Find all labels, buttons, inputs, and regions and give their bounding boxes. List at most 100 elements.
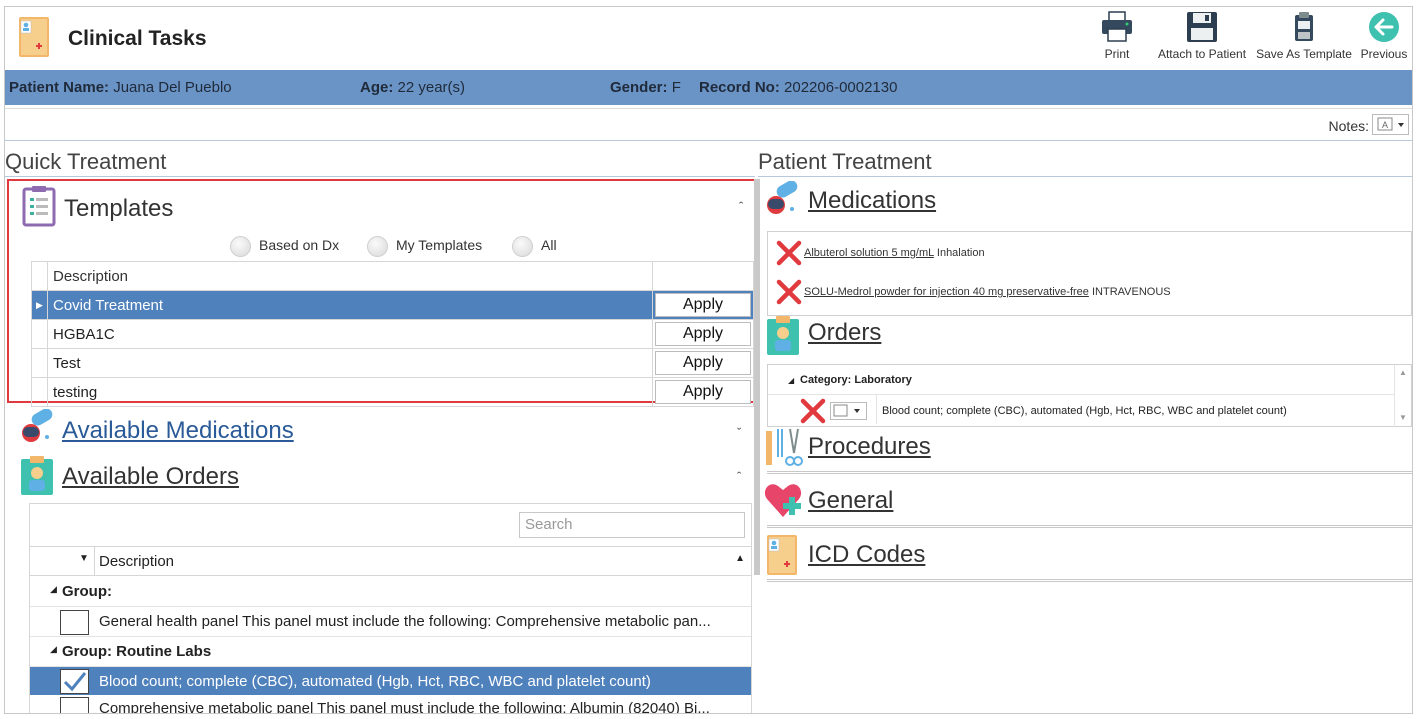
description-column-header[interactable]: Description: [99, 553, 174, 570]
expand-chevron-down-icon[interactable]: ˇ: [737, 425, 741, 440]
order-description: Blood count; complete (CBC), automated (…: [882, 405, 1287, 417]
previous-button[interactable]: Previous: [1358, 9, 1410, 69]
save-as-template-button[interactable]: Save As Template: [1256, 9, 1352, 69]
medications-link[interactable]: Medications: [808, 187, 936, 215]
available-medications-link[interactable]: Available Medications: [62, 417, 294, 445]
template-description[interactable]: Test: [47, 348, 653, 378]
save-as-template-label: Save As Template: [1256, 47, 1352, 61]
order-checkbox[interactable]: [60, 697, 89, 713]
apply-button[interactable]: Apply: [655, 293, 751, 317]
clipboard-disk-icon: [1295, 12, 1313, 41]
templates-grid: Description ▶ Covid Treatment Apply HGBA…: [31, 261, 754, 407]
order-checkbox[interactable]: [60, 610, 89, 635]
filter-based-on-dx-radio[interactable]: Based on Dx: [230, 236, 339, 257]
print-button[interactable]: Print: [1092, 9, 1142, 69]
template-action-cell: Apply: [652, 319, 754, 349]
clinical-tasks-window: Clinical Tasks Print Attach to Patient S…: [4, 6, 1413, 714]
notes-row: Notes: A: [5, 108, 1412, 141]
heart-plus-icon: [764, 484, 802, 517]
template-row[interactable]: Test Apply: [31, 348, 754, 378]
template-action-cell: Apply: [652, 377, 754, 407]
template-description[interactable]: HGBA1C: [47, 319, 653, 349]
collapse-group-icon[interactable]: ◢: [50, 644, 57, 655]
note-icon: [833, 404, 860, 417]
action-column-header: [652, 261, 754, 291]
delete-x-icon[interactable]: [776, 279, 802, 305]
filter-label: My Templates: [396, 237, 483, 254]
template-action-cell: Apply: [652, 290, 754, 320]
attach-to-patient-button[interactable]: Attach to Patient: [1156, 9, 1248, 69]
patient-orders-list: ◢ Category: Laboratory Blood count; comp…: [767, 364, 1412, 427]
available-orders-link[interactable]: Available Orders: [62, 463, 239, 491]
general-link[interactable]: General: [808, 487, 893, 515]
available-orders-grid: Search ▼ Description ▲ ◢ Group: General …: [29, 503, 752, 713]
template-action-cell: Apply: [652, 348, 754, 378]
sort-asc-icon[interactable]: ▲: [735, 553, 745, 564]
row-indicator: [31, 348, 48, 378]
patient-treatment-heading: Patient Treatment: [758, 149, 932, 174]
collapse-group-icon[interactable]: ◢: [50, 584, 57, 595]
medication-name-link[interactable]: SOLU-Medrol powder for injection 40 mg p…: [804, 286, 1089, 298]
apply-button[interactable]: Apply: [655, 351, 751, 375]
notes-dropdown[interactable]: A: [1372, 114, 1409, 135]
patient-age-value: 22 year(s): [397, 79, 466, 96]
group-header[interactable]: ◢ Group:: [30, 577, 751, 607]
collapse-category-icon[interactable]: ◢: [788, 376, 794, 385]
patient-age: Age: 22 year(s): [360, 79, 465, 96]
icd-codes-link[interactable]: ICD Codes: [808, 541, 925, 569]
collapse-chevron-up-icon[interactable]: ˆ: [737, 469, 741, 484]
filter-all-radio[interactable]: All: [512, 236, 557, 257]
note-icon: A: [1377, 117, 1404, 131]
search-input[interactable]: Search: [519, 512, 745, 538]
delete-x-icon[interactable]: [800, 398, 826, 424]
template-row[interactable]: testing Apply: [31, 377, 754, 407]
patient-name: Patient Name: Juana Del Pueblo: [9, 79, 232, 96]
group-header[interactable]: ◢ Group: Routine Labs: [30, 637, 751, 667]
template-description[interactable]: testing: [47, 377, 653, 407]
order-row[interactable]: Blood count; complete (CBC), automated (…: [30, 667, 751, 695]
chevron-down-icon: [1398, 123, 1404, 127]
apply-button[interactable]: Apply: [655, 380, 751, 404]
divider: [768, 394, 1394, 395]
patient-gender-label: Gender:: [610, 79, 668, 96]
radio-icon: [367, 236, 388, 257]
template-row[interactable]: ▶ Covid Treatment Apply: [31, 290, 754, 320]
order-row[interactable]: Comprehensive metabolic panel This panel…: [30, 695, 751, 713]
order-description: General health panel This panel must inc…: [99, 613, 711, 630]
template-row[interactable]: HGBA1C Apply: [31, 319, 754, 349]
clinical-folder-icon: [767, 535, 797, 575]
divider: [94, 547, 95, 576]
filter-my-templates-radio[interactable]: My Templates: [367, 236, 482, 257]
printer-icon: [1102, 11, 1132, 42]
order-note-dropdown[interactable]: [830, 402, 867, 420]
template-description[interactable]: Covid Treatment: [47, 290, 653, 320]
order-description: Blood count; complete (CBC), automated (…: [99, 673, 651, 690]
procedures-link[interactable]: Procedures: [808, 433, 931, 461]
description-column-header[interactable]: Description: [47, 261, 653, 291]
divider: [767, 579, 1412, 582]
pills-icon: [22, 409, 53, 442]
apply-button[interactable]: Apply: [655, 322, 751, 346]
collapse-chevron-up-icon[interactable]: ˆ: [739, 199, 743, 214]
patient-record-label: Record No:: [699, 79, 780, 96]
scrollbar[interactable]: [754, 179, 760, 575]
patient-record: Record No: 202206-0002130: [699, 79, 897, 96]
row-indicator-icon: ▶: [31, 290, 48, 320]
medication-item: Albuterol solution 5 mg/mL Inhalation: [804, 247, 985, 259]
delete-x-icon[interactable]: [776, 240, 802, 266]
divider: [767, 471, 1412, 474]
orders-link[interactable]: Orders: [808, 319, 881, 347]
medication-name-link[interactable]: Albuterol solution 5 mg/mL: [804, 247, 934, 259]
patient-gender: Gender: F: [610, 79, 681, 96]
sort-dropdown-icon[interactable]: ▼: [79, 553, 89, 564]
medication-route: Inhalation: [936, 247, 985, 259]
order-row[interactable]: General health panel This panel must inc…: [30, 607, 751, 637]
print-label: Print: [1104, 47, 1130, 61]
indicator-column-header: [31, 261, 48, 291]
filter-label: All: [541, 237, 557, 254]
patient-info-bar: Patient Name: Juana Del Pueblo Age: 22 y…: [5, 70, 1412, 105]
medication-route: INTRAVENOUS: [1091, 286, 1171, 298]
scrollbar[interactable]: ▲ ▼: [1394, 365, 1411, 427]
group-label: Group: Routine Labs: [62, 643, 212, 660]
order-checkbox[interactable]: [60, 669, 89, 694]
